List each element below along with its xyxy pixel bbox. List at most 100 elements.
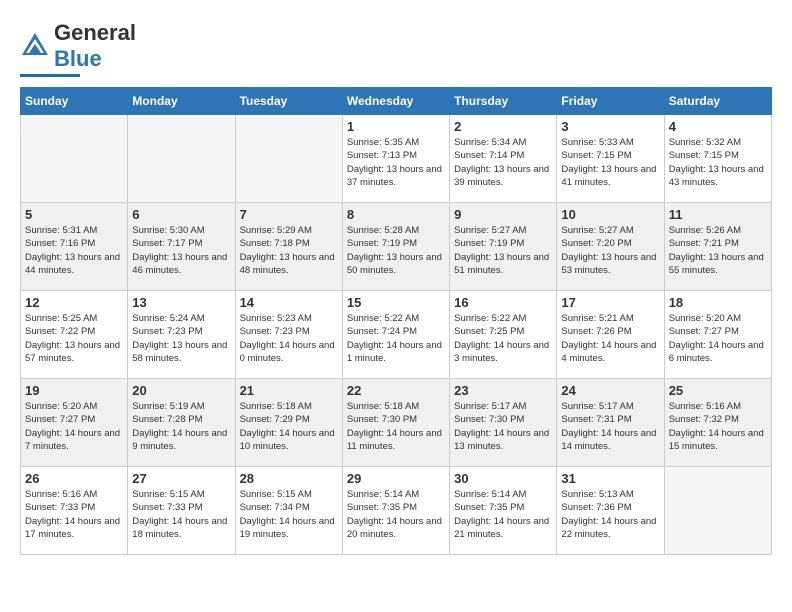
calendar-table: SundayMondayTuesdayWednesdayThursdayFrid… <box>20 87 772 555</box>
calendar-day-cell: 15 Sunrise: 5:22 AMSunset: 7:24 PMDayligh… <box>342 291 449 379</box>
day-info: Sunrise: 5:16 AMSunset: 7:32 PMDaylight:… <box>669 400 767 453</box>
calendar-day-cell <box>21 115 128 203</box>
calendar-day-cell: 27 Sunrise: 5:15 AMSunset: 7:33 PMDayligh… <box>128 467 235 555</box>
day-number: 7 <box>240 207 338 222</box>
day-number: 20 <box>132 383 230 398</box>
day-info: Sunrise: 5:16 AMSunset: 7:33 PMDaylight:… <box>25 488 123 541</box>
weekday-header-friday: Friday <box>557 88 664 115</box>
weekday-header-monday: Monday <box>128 88 235 115</box>
calendar-day-cell: 28Sunrise: 5:15 AMSunset: 7:34 PMDayligh… <box>235 467 342 555</box>
calendar-day-cell: 18 Sunrise: 5:20 AMSunset: 7:27 PMDayligh… <box>664 291 771 379</box>
calendar-day-cell: 30Sunrise: 5:14 AMSunset: 7:35 PMDayligh… <box>450 467 557 555</box>
day-info: Sunrise: 5:34 AMSunset: 7:14 PMDaylight:… <box>454 136 552 189</box>
calendar-day-cell: 21 Sunrise: 5:18 AMSunset: 7:29 PMDayligh… <box>235 379 342 467</box>
day-number: 14 <box>240 295 338 310</box>
day-info: Sunrise: 5:22 AMSunset: 7:25 PMDaylight:… <box>454 312 552 365</box>
day-info: Sunrise: 5:18 AMSunset: 7:29 PMDaylight:… <box>240 400 338 453</box>
calendar-day-cell: 5 Sunrise: 5:31 AMSunset: 7:16 PMDaylight… <box>21 203 128 291</box>
logo-general: General <box>54 20 136 45</box>
calendar-day-cell: 31 Sunrise: 5:13 AMSunset: 7:36 PMDayligh… <box>557 467 664 555</box>
day-info: Sunrise: 5:19 AMSunset: 7:28 PMDaylight:… <box>132 400 230 453</box>
logo: General Blue <box>20 20 136 77</box>
day-info: Sunrise: 5:35 AMSunset: 7:13 PMDaylight:… <box>347 136 445 189</box>
weekday-header-wednesday: Wednesday <box>342 88 449 115</box>
day-number: 19 <box>25 383 123 398</box>
calendar-day-cell: 1 Sunrise: 5:35 AMSunset: 7:13 PMDaylight… <box>342 115 449 203</box>
logo-blue: Blue <box>54 46 102 71</box>
day-number: 21 <box>240 383 338 398</box>
day-info: Sunrise: 5:30 AMSunset: 7:17 PMDaylight:… <box>132 224 230 277</box>
day-info: Sunrise: 5:14 AMSunset: 7:35 PMDaylight:… <box>454 488 552 541</box>
day-info: Sunrise: 5:17 AMSunset: 7:31 PMDaylight:… <box>561 400 659 453</box>
calendar-day-cell: 14 Sunrise: 5:23 AMSunset: 7:23 PMDayligh… <box>235 291 342 379</box>
day-number: 13 <box>132 295 230 310</box>
day-number: 6 <box>132 207 230 222</box>
day-info: Sunrise: 5:17 AMSunset: 7:30 PMDaylight:… <box>454 400 552 453</box>
calendar-day-cell: 10Sunrise: 5:27 AMSunset: 7:20 PMDayligh… <box>557 203 664 291</box>
day-number: 1 <box>347 119 445 134</box>
day-info: Sunrise: 5:18 AMSunset: 7:30 PMDaylight:… <box>347 400 445 453</box>
day-info: Sunrise: 5:20 AMSunset: 7:27 PMDaylight:… <box>669 312 767 365</box>
day-info: Sunrise: 5:28 AMSunset: 7:19 PMDaylight:… <box>347 224 445 277</box>
calendar-day-cell: 22 Sunrise: 5:18 AMSunset: 7:30 PMDayligh… <box>342 379 449 467</box>
day-info: Sunrise: 5:15 AMSunset: 7:33 PMDaylight:… <box>132 488 230 541</box>
day-info: Sunrise: 5:27 AMSunset: 7:20 PMDaylight:… <box>561 224 659 277</box>
calendar-day-cell: 16 Sunrise: 5:22 AMSunset: 7:25 PMDayligh… <box>450 291 557 379</box>
calendar-day-cell: 19 Sunrise: 5:20 AMSunset: 7:27 PMDayligh… <box>21 379 128 467</box>
day-number: 3 <box>561 119 659 134</box>
day-info: Sunrise: 5:31 AMSunset: 7:16 PMDaylight:… <box>25 224 123 277</box>
day-info: Sunrise: 5:13 AMSunset: 7:36 PMDaylight:… <box>561 488 659 541</box>
weekday-header-saturday: Saturday <box>664 88 771 115</box>
calendar-day-cell: 26Sunrise: 5:16 AMSunset: 7:33 PMDayligh… <box>21 467 128 555</box>
day-info: Sunrise: 5:14 AMSunset: 7:35 PMDaylight:… <box>347 488 445 541</box>
calendar-week-row: 26Sunrise: 5:16 AMSunset: 7:33 PMDayligh… <box>21 467 772 555</box>
day-number: 15 <box>347 295 445 310</box>
calendar-day-cell: 17 Sunrise: 5:21 AMSunset: 7:26 PMDayligh… <box>557 291 664 379</box>
day-number: 31 <box>561 471 659 486</box>
day-info: Sunrise: 5:20 AMSunset: 7:27 PMDaylight:… <box>25 400 123 453</box>
calendar-day-cell: 25 Sunrise: 5:16 AMSunset: 7:32 PMDayligh… <box>664 379 771 467</box>
day-number: 22 <box>347 383 445 398</box>
day-info: Sunrise: 5:21 AMSunset: 7:26 PMDaylight:… <box>561 312 659 365</box>
calendar-day-cell <box>664 467 771 555</box>
day-number: 5 <box>25 207 123 222</box>
calendar-day-cell: 23 Sunrise: 5:17 AMSunset: 7:30 PMDayligh… <box>450 379 557 467</box>
weekday-header-row: SundayMondayTuesdayWednesdayThursdayFrid… <box>21 88 772 115</box>
weekday-header-sunday: Sunday <box>21 88 128 115</box>
day-number: 12 <box>25 295 123 310</box>
calendar-day-cell: 6 Sunrise: 5:30 AMSunset: 7:17 PMDaylight… <box>128 203 235 291</box>
calendar-week-row: 5 Sunrise: 5:31 AMSunset: 7:16 PMDaylight… <box>21 203 772 291</box>
calendar-day-cell: 13 Sunrise: 5:24 AMSunset: 7:23 PMDayligh… <box>128 291 235 379</box>
day-info: Sunrise: 5:25 AMSunset: 7:22 PMDaylight:… <box>25 312 123 365</box>
day-number: 17 <box>561 295 659 310</box>
day-number: 25 <box>669 383 767 398</box>
day-number: 11 <box>669 207 767 222</box>
calendar-day-cell: 20 Sunrise: 5:19 AMSunset: 7:28 PMDayligh… <box>128 379 235 467</box>
day-number: 27 <box>132 471 230 486</box>
day-number: 29 <box>347 471 445 486</box>
calendar-day-cell: 11 Sunrise: 5:26 AMSunset: 7:21 PMDayligh… <box>664 203 771 291</box>
day-number: 9 <box>454 207 552 222</box>
day-number: 24 <box>561 383 659 398</box>
day-info: Sunrise: 5:29 AMSunset: 7:18 PMDaylight:… <box>240 224 338 277</box>
day-number: 8 <box>347 207 445 222</box>
calendar-day-cell: 8 Sunrise: 5:28 AMSunset: 7:19 PMDaylight… <box>342 203 449 291</box>
calendar-day-cell <box>128 115 235 203</box>
day-info: Sunrise: 5:23 AMSunset: 7:23 PMDaylight:… <box>240 312 338 365</box>
calendar-day-cell <box>235 115 342 203</box>
calendar-day-cell: 24 Sunrise: 5:17 AMSunset: 7:31 PMDayligh… <box>557 379 664 467</box>
day-info: Sunrise: 5:22 AMSunset: 7:24 PMDaylight:… <box>347 312 445 365</box>
page-header: General Blue <box>20 20 772 77</box>
day-number: 4 <box>669 119 767 134</box>
day-number: 23 <box>454 383 552 398</box>
day-info: Sunrise: 5:24 AMSunset: 7:23 PMDaylight:… <box>132 312 230 365</box>
weekday-header-thursday: Thursday <box>450 88 557 115</box>
day-number: 16 <box>454 295 552 310</box>
day-info: Sunrise: 5:26 AMSunset: 7:21 PMDaylight:… <box>669 224 767 277</box>
calendar-day-cell: 2Sunrise: 5:34 AMSunset: 7:14 PMDaylight… <box>450 115 557 203</box>
calendar-day-cell: 29 Sunrise: 5:14 AMSunset: 7:35 PMDayligh… <box>342 467 449 555</box>
calendar-day-cell: 9 Sunrise: 5:27 AMSunset: 7:19 PMDaylight… <box>450 203 557 291</box>
day-info: Sunrise: 5:27 AMSunset: 7:19 PMDaylight:… <box>454 224 552 277</box>
calendar-day-cell: 7 Sunrise: 5:29 AMSunset: 7:18 PMDaylight… <box>235 203 342 291</box>
day-number: 18 <box>669 295 767 310</box>
